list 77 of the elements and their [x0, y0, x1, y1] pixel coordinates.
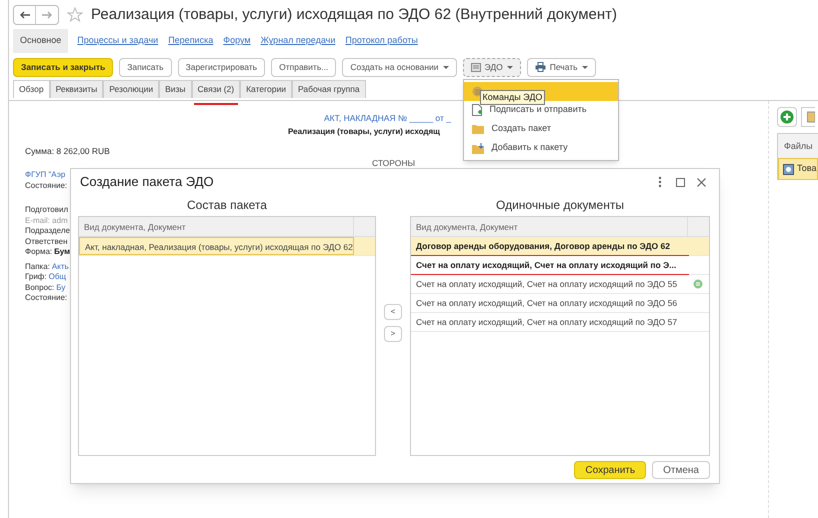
tab[interactable]: Реквизиты [50, 80, 104, 98]
section-title: Одиночные документы [495, 197, 625, 214]
caret-icon [442, 66, 449, 68]
column-header: Файлы [778, 134, 818, 158]
tab[interactable]: Рабочая группа [292, 80, 366, 98]
menu-item[interactable]: Создать пакет [464, 120, 618, 138]
field-label: Вопрос: [25, 282, 54, 293]
field-label: Папка: [25, 262, 50, 272]
add-button[interactable] [777, 107, 797, 127]
forward-arrow-icon [42, 11, 52, 19]
clipboard-icon [807, 111, 815, 123]
folder-icon [472, 124, 484, 134]
folder-add-icon [472, 142, 484, 154]
window-title: Реализация (товары, услуги) исходящая по ЭДО 62 (Внутренний документ) [91, 4, 618, 25]
column-header: Вид документа, Документ [83, 221, 187, 234]
move-button[interactable]: > [384, 326, 402, 342]
nav-tab[interactable]: Переписка [167, 34, 214, 48]
column-header: Вид документа, Документ [415, 221, 519, 234]
nav-tab[interactable]: Основное [13, 29, 68, 53]
toolbar-button[interactable]: Зарегистрировать [178, 58, 266, 76]
field-value: Бум [54, 247, 70, 258]
save-button[interactable]: Сохранить [574, 461, 646, 479]
nav-tab[interactable]: Форум [222, 34, 252, 48]
tab[interactable]: Обзор [13, 80, 50, 98]
tooltip: Команды ЭДО [480, 90, 546, 105]
tab[interactable]: Визы [159, 80, 192, 98]
document-icon [472, 104, 482, 116]
link[interactable]: Общ [48, 272, 66, 282]
paste-button[interactable] [801, 107, 815, 127]
file-row[interactable]: Това [778, 158, 818, 180]
nav-tab[interactable]: Протокол работы [344, 34, 419, 48]
file-icon [783, 164, 794, 174]
table-row[interactable]: Договор аренды оборудования, Договор аренды по ЭДО 62 [411, 237, 709, 256]
table-row[interactable]: Акт, накладная, Реализация (товары, услуги) исходящая по ЭДО 62 [79, 237, 375, 256]
link[interactable]: Бу [56, 282, 66, 293]
tab[interactable]: Категории [240, 80, 292, 98]
field-label: Состояние: [25, 293, 68, 304]
more-icon[interactable] [658, 176, 662, 188]
field-label: Гриф: [25, 272, 47, 282]
tab[interactable]: Связи (2) [192, 80, 240, 98]
section-heading: СТОРОНЫ [372, 158, 416, 168]
edo-menu-button[interactable]: ЭДО [462, 58, 521, 76]
amount-text: Сумма: 8 262,00 RUB [25, 146, 110, 156]
caret-icon [582, 66, 588, 68]
menu-item[interactable]: Добавить к пакету [464, 138, 618, 158]
caret-icon [506, 66, 513, 68]
field-label: Форма: [25, 247, 52, 258]
save-and-close-button[interactable]: Записать и закрыть [13, 58, 114, 76]
grid-icon [470, 62, 481, 72]
document-subheading: Реализация (товары, услуги) исходящ [288, 127, 440, 137]
table-row[interactable]: Счет на оплату исходящий, Счет на оплату исходящий по Э... [411, 256, 709, 275]
field-label: E-mail: adm [25, 216, 69, 226]
toolbar-button[interactable]: Записать [119, 58, 172, 76]
star-icon[interactable] [67, 7, 83, 23]
toolbar-button[interactable]: Отправить... [271, 58, 336, 76]
move-button[interactable]: < [384, 304, 402, 320]
nav-tab[interactable]: Журнал передачи [260, 34, 336, 48]
field-label: Подготовил [25, 205, 69, 216]
maximize-icon[interactable] [676, 178, 685, 186]
table-row[interactable]: Счет на оплату исходящий, Счет на оплату исходящий по ЭДО 55 [411, 275, 709, 294]
tab[interactable]: Резолюции [103, 80, 160, 98]
cancel-button[interactable]: Отмена [652, 461, 710, 479]
back-arrow-icon [20, 11, 30, 19]
close-icon[interactable] [697, 178, 706, 186]
plus-icon [780, 110, 794, 124]
link[interactable]: Акть [52, 262, 69, 272]
section-title: Состав пакета [186, 197, 268, 214]
field-label: Подразделе [25, 226, 69, 236]
document-heading: АКТ, НАКЛАДНАЯ № _____ от _ [324, 113, 451, 123]
print-button[interactable]: Печать [526, 58, 596, 76]
dialog-title: Создание пакета ЭДО [79, 173, 215, 192]
toolbar-button[interactable]: Создать на основании [342, 58, 457, 76]
link[interactable]: ФГУП "Аэр [25, 170, 69, 180]
field-label: Состояние: [25, 180, 68, 191]
field-label: Ответствен [25, 236, 68, 247]
printer-icon [534, 62, 546, 72]
nav-tab[interactable]: Процессы и задачи [76, 34, 160, 48]
